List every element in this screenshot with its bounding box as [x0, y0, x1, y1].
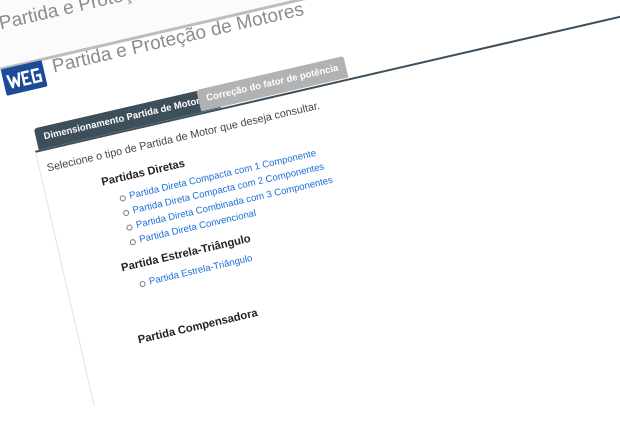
weg-logo-icon — [6, 67, 43, 89]
page-stage: Partida e Proteção de Motores Partida e … — [0, 0, 620, 407]
